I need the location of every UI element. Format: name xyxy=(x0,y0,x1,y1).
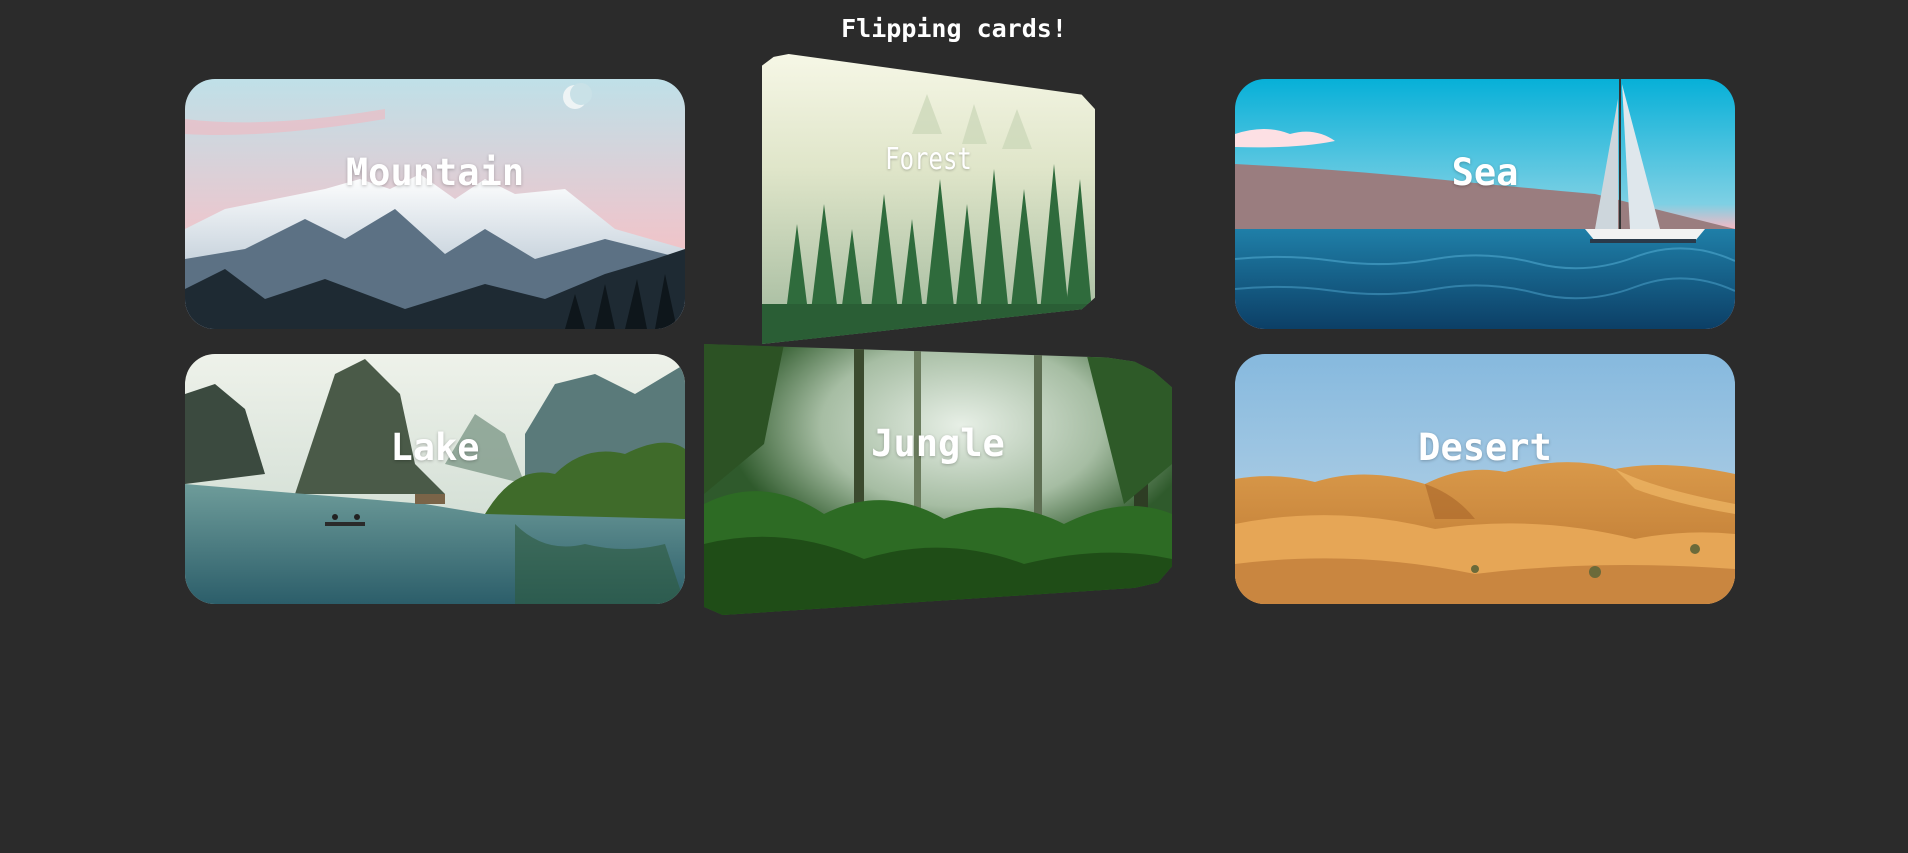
card-forest[interactable]: Forest xyxy=(762,54,1095,344)
card-lake[interactable]: Lake xyxy=(185,354,685,604)
card-label: Sea xyxy=(1451,151,1519,194)
mountain-image xyxy=(185,79,685,329)
jungle-image xyxy=(704,344,1172,615)
card-label: Mountain xyxy=(345,151,525,194)
forest-image xyxy=(762,54,1095,344)
page-title: Flipping cards! xyxy=(841,14,1067,43)
card-label: Jungle xyxy=(871,422,1005,465)
card-label: Desert xyxy=(1418,426,1552,469)
lake-image xyxy=(185,354,685,604)
card-sea[interactable]: Sea xyxy=(1235,79,1735,329)
card-desert[interactable]: Desert xyxy=(1235,354,1735,604)
desert-image xyxy=(1235,354,1735,604)
card-mountain[interactable]: Mountain xyxy=(185,79,685,329)
card-jungle[interactable]: Jungle xyxy=(704,344,1172,615)
card-label: Forest xyxy=(885,142,972,177)
sea-image xyxy=(1235,79,1735,329)
card-label: Lake xyxy=(390,426,480,469)
